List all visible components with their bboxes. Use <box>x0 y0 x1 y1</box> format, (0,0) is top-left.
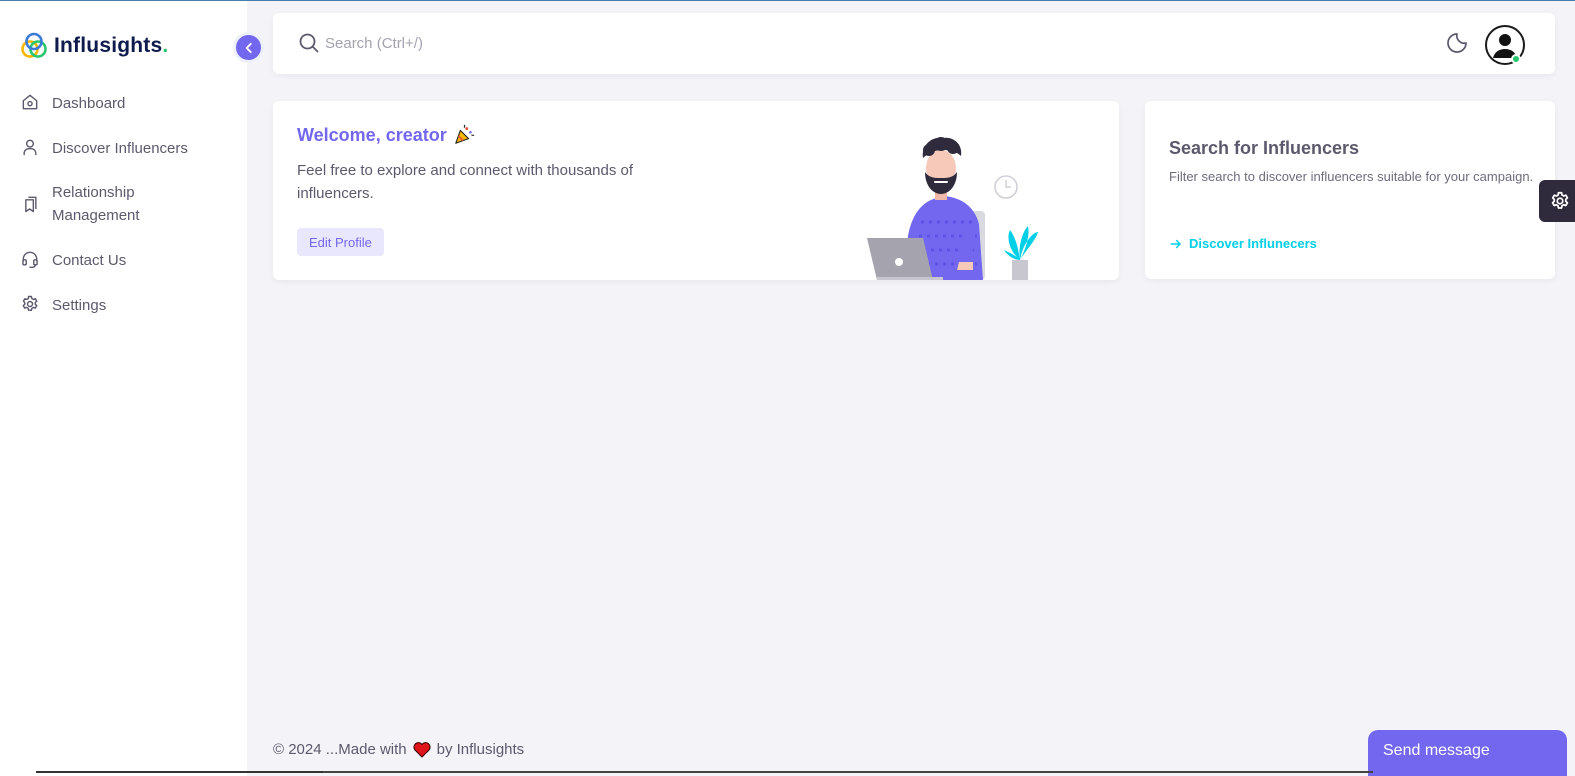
search-influencers-card: Search for Influencers Filter search to … <box>1145 101 1555 279</box>
card-description: Filter search to discover influencers su… <box>1169 169 1534 184</box>
sidebar: Influsights. Dashboard Discover Influenc… <box>0 1 247 776</box>
man-at-laptop-illustration <box>867 137 1038 280</box>
rings-logo-icon <box>21 32 47 58</box>
headset-icon <box>22 251 38 269</box>
discover-link-label: Discover Influnecers <box>1189 236 1317 251</box>
bottom-divider <box>36 771 323 773</box>
sidebar-item-settings[interactable]: Settings <box>0 294 126 317</box>
sidebar-item-label: Dashboard <box>52 95 126 112</box>
welcome-description: Feel free to explore and connect with th… <box>297 162 634 202</box>
brand-name: Influsights. <box>54 34 169 57</box>
sidebar-item-relationship-management[interactable]: Relationship Management <box>0 181 190 227</box>
sidebar-item-discover-influencers[interactable]: Discover Influencers <box>0 137 208 160</box>
welcome-title: Welcome, creator <box>297 124 475 146</box>
chevron-left-icon <box>245 42 252 53</box>
gear-icon <box>1551 191 1569 209</box>
discover-influencers-link[interactable]: Discover Influnecers <box>1169 236 1317 251</box>
sidebar-item-label: Contact Us <box>52 252 127 269</box>
user-icon <box>23 139 37 156</box>
footer: © 2024 ...Made with by Influsights <box>273 741 524 758</box>
sidebar-item-dashboard[interactable]: Dashboard <box>0 92 145 115</box>
welcome-card: Welcome, creator Feel free to explore an… <box>273 101 1119 280</box>
sidebar-item-label: Settings <box>52 297 107 314</box>
sidebar-item-contact-us[interactable]: Contact Us <box>0 249 146 272</box>
bottom-divider <box>323 771 1373 773</box>
search-icon[interactable] <box>297 31 321 55</box>
bookmarks-icon <box>25 196 37 213</box>
arrow-right-icon <box>1170 239 1181 248</box>
sidebar-item-label: Relationship Management <box>52 184 140 224</box>
home-icon <box>22 94 38 110</box>
sidebar-item-label: Discover Influencers <box>52 140 188 157</box>
search-bar <box>273 13 1555 74</box>
footer-prefix: © 2024 ...Made with <box>273 741 407 758</box>
send-message-button[interactable]: Send message <box>1368 730 1567 776</box>
brand[interactable]: Influsights. <box>19 31 168 61</box>
moon-icon[interactable] <box>1445 31 1469 55</box>
sidebar-collapse-button[interactable] <box>233 32 264 63</box>
gear-icon <box>22 295 38 312</box>
heart-icon <box>413 742 431 758</box>
card-title: Search for Influencers <box>1169 138 1360 158</box>
footer-suffix: by Influsights <box>436 741 525 758</box>
template-customizer-toggle[interactable] <box>1539 180 1575 222</box>
edit-profile-button[interactable]: Edit Profile <box>297 228 384 256</box>
search-input[interactable] <box>325 31 925 55</box>
party-popper-icon <box>454 124 475 144</box>
online-status-badge <box>1511 54 1521 64</box>
